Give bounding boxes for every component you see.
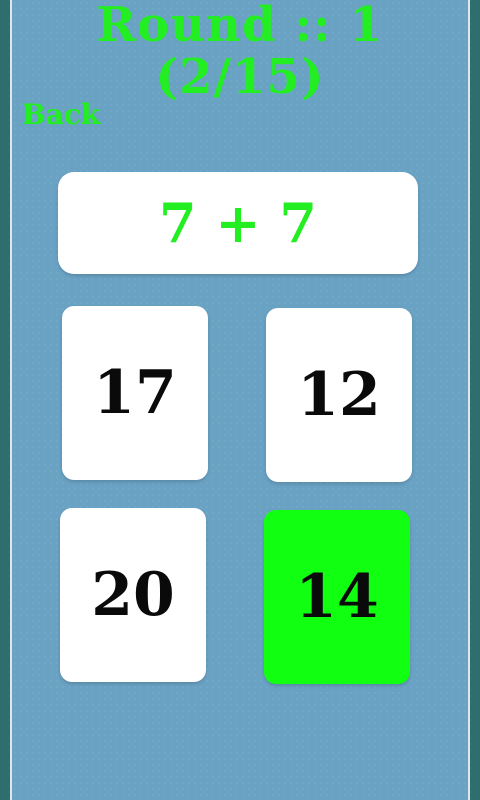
answer-card-3[interactable]: 20 [60,508,206,682]
question-text: 7 + 7 [159,191,317,255]
back-button[interactable]: Back [22,98,100,131]
question-card: 7 + 7 [58,172,418,274]
answer-card-2[interactable]: 12 [266,308,412,482]
question-progress: (2/15) [155,49,325,105]
answer-card-4[interactable]: 14 [264,510,410,684]
round-title: Round :: 1 [96,0,384,53]
app-frame: Round :: 1 (2/15) Back 7 + 7 17 12 20 14 [0,0,480,800]
answer-card-1[interactable]: 17 [62,306,208,480]
